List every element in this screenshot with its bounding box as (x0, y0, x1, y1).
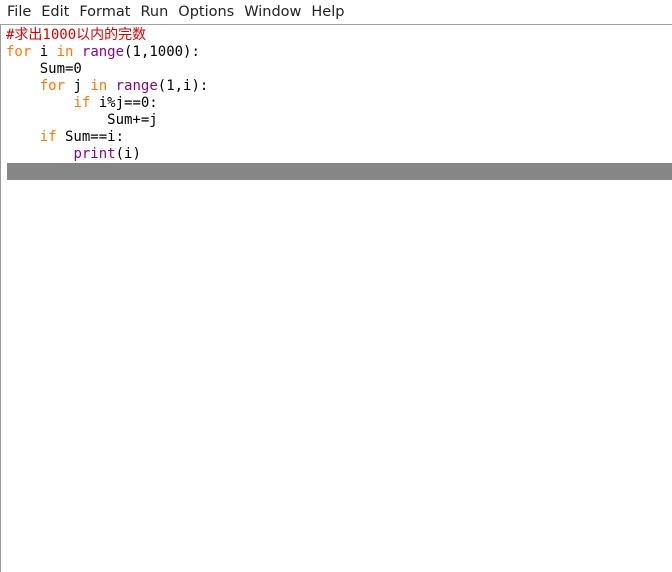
code-token: #求出1000以内的完数 (6, 27, 147, 43)
menu-bar: File Edit Format Run Options Window Help (0, 0, 672, 25)
menu-format[interactable]: Format (74, 0, 135, 24)
code-line[interactable]: print(i) (6, 146, 672, 163)
code-line[interactable]: for i in range(1,1000): (6, 44, 672, 61)
code-token: (1,i): (157, 78, 209, 94)
idle-editor-window: File Edit Format Run Options Window Help… (0, 0, 672, 572)
code-token: for (6, 44, 32, 60)
menu-file[interactable]: File (2, 0, 36, 24)
code-line[interactable]: if Sum==i: (6, 129, 672, 146)
menu-options[interactable]: Options (173, 0, 239, 24)
code-editor[interactable]: #求出1000以内的完数 for i in range(1,1000): Sum=… (0, 25, 672, 572)
code-token: (i) (115, 146, 141, 162)
code-token: i (31, 44, 57, 60)
code-line[interactable]: if i%j==0: (6, 95, 672, 112)
code-token: if (39, 129, 57, 145)
code-line[interactable]: Sum=0 (6, 61, 672, 78)
code-token: in (56, 44, 74, 60)
code-line[interactable]: Sum+=j (6, 112, 672, 129)
code-token: Sum=0 (6, 61, 82, 77)
code-line[interactable]: #求出1000以内的完数 (6, 27, 672, 44)
code-token: print (73, 146, 116, 162)
code-token: in (90, 78, 108, 94)
menu-edit[interactable]: Edit (36, 0, 74, 24)
code-token: Sum==i: (56, 129, 125, 145)
code-token: range (115, 78, 158, 94)
menu-window[interactable]: Window (239, 0, 306, 24)
code-text-area[interactable]: #求出1000以内的完数 for i in range(1,1000): Sum=… (6, 27, 672, 180)
code-token: Sum+=j (6, 112, 158, 128)
code-line[interactable]: for j in range(1,i): (6, 78, 672, 95)
current-line[interactable] (7, 163, 672, 180)
menu-run[interactable]: Run (135, 0, 173, 24)
code-token: i%j==0: (90, 95, 158, 111)
code-token: for (39, 78, 66, 94)
code-token: (1,1000): (124, 44, 200, 60)
code-token: range (81, 44, 125, 60)
menu-help[interactable]: Help (306, 0, 349, 24)
code-token: j (65, 78, 91, 94)
code-token: if (73, 95, 91, 111)
